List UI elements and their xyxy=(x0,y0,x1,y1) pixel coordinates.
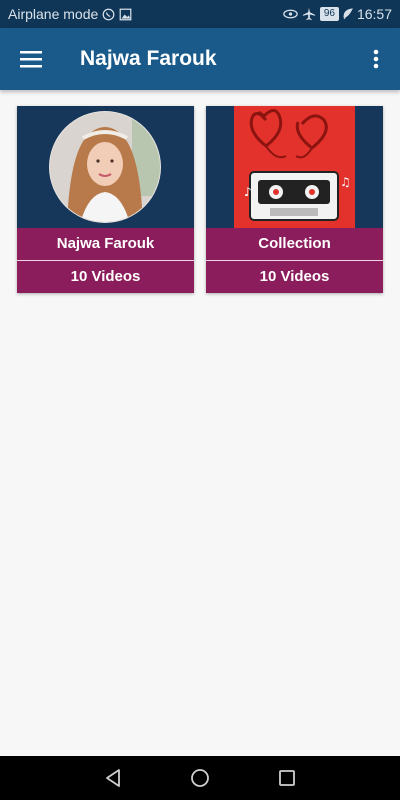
more-options-button[interactable] xyxy=(352,28,400,90)
playlist-card-collection[interactable]: ♪ ♫ Collection 10 Videos xyxy=(206,106,383,293)
leaf-icon xyxy=(343,8,353,20)
playlist-card-najwa-farouk[interactable]: Najwa Farouk 10 Videos xyxy=(17,106,194,293)
more-vert-icon xyxy=(373,49,379,69)
cassette-hearts-thumbnail: ♪ ♫ xyxy=(206,106,383,228)
svg-text:♪: ♪ xyxy=(244,185,252,199)
status-right: 96 16:57 xyxy=(283,6,392,22)
recents-icon xyxy=(278,770,295,786)
app-bar: Najwa Farouk xyxy=(0,28,400,90)
recents-button[interactable] xyxy=(269,760,305,796)
system-nav-bar xyxy=(0,756,400,800)
airplane-mode-text: Airplane mode xyxy=(8,6,99,22)
playlist-grid: Najwa Farouk 10 Videos ♪ ♫ Collection 10… xyxy=(17,106,383,293)
battery-indicator: 96 xyxy=(319,7,339,21)
eye-icon xyxy=(283,8,298,20)
menu-button[interactable] xyxy=(0,28,62,90)
card-video-count: 10 Videos xyxy=(17,261,194,293)
card-title: Najwa Farouk xyxy=(17,228,194,261)
back-icon xyxy=(106,769,121,787)
image-icon xyxy=(119,8,132,21)
status-bar: Airplane mode 96 16:57 xyxy=(0,0,400,28)
home-icon xyxy=(191,769,209,787)
svg-text:♫: ♫ xyxy=(340,175,351,189)
clock: 16:57 xyxy=(356,6,392,22)
card-video-count: 10 Videos xyxy=(206,261,383,293)
singer-portrait-thumbnail xyxy=(17,106,194,228)
status-left: Airplane mode xyxy=(8,6,132,22)
app-title: Najwa Farouk xyxy=(80,47,217,70)
airplane-icon xyxy=(302,7,316,21)
menu-icon xyxy=(20,51,42,68)
card-title: Collection xyxy=(206,228,383,261)
home-button[interactable] xyxy=(182,760,218,796)
whatsapp-icon xyxy=(102,8,115,21)
back-button[interactable] xyxy=(95,760,131,796)
